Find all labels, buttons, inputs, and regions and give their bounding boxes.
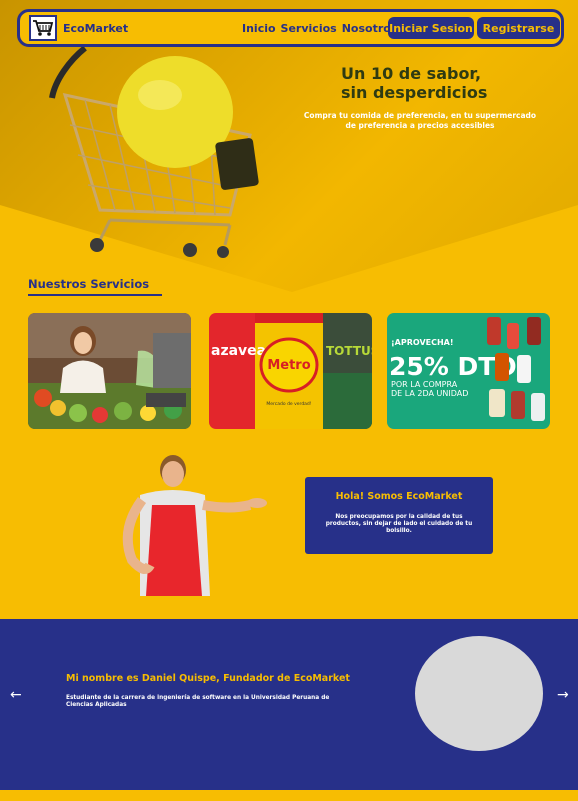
hero-subtitle-line1: Compra tu comida de preferencia, en tu s… bbox=[303, 111, 537, 120]
arrow-left-icon[interactable]: ← bbox=[10, 687, 22, 703]
nav-links: Inicio Servicios Nosotros bbox=[242, 12, 402, 44]
service-card-market[interactable] bbox=[28, 313, 191, 429]
service-card-promo[interactable]: ¡APROVECHA! 25% DTO POR LA COMPRA DE LA … bbox=[387, 313, 550, 429]
brand-name[interactable]: EcoMarket bbox=[63, 22, 128, 35]
nav-link-servicios[interactable]: Servicios bbox=[281, 22, 337, 35]
arrow-right-icon[interactable]: → bbox=[557, 687, 569, 703]
metro-subtitle: Mercado de verdad! bbox=[266, 401, 311, 407]
brand-metro: Metro bbox=[267, 358, 310, 373]
hero-section: Un 10 de sabor, sin desperdicios Compra … bbox=[0, 0, 578, 300]
hero-title-line1: Un 10 de sabor, bbox=[341, 64, 482, 83]
about-card: Hola! Somos EcoMarket Nos preocupamos po… bbox=[305, 477, 493, 554]
navbar: EcoMarket Inicio Servicios Nosotros Inic… bbox=[17, 9, 564, 47]
founder-section: ← Mi nombre es Daniel Quispe, Fundador d… bbox=[0, 619, 578, 790]
shopping-cart-icon bbox=[33, 20, 54, 36]
market-vendor-image bbox=[28, 313, 191, 429]
hero-title: Un 10 de sabor, sin desperdicios bbox=[290, 64, 540, 102]
register-button[interactable]: Registrarse bbox=[477, 17, 560, 39]
vendor-man-image bbox=[122, 455, 267, 596]
founder-description: Estudiante de la carrera de ingeniería d… bbox=[66, 695, 330, 708]
promo-top: ¡APROVECHA! bbox=[391, 338, 454, 347]
service-card-supermarkets[interactable]: azavea Metro Mercado de verdad! TOTTUS bbox=[209, 313, 372, 429]
logo[interactable] bbox=[29, 15, 57, 41]
nav-link-inicio[interactable]: Inicio bbox=[242, 22, 276, 35]
promo-line1: POR LA COMPRA bbox=[391, 380, 458, 389]
login-button[interactable]: Iniciar Sesion bbox=[388, 17, 474, 39]
hero-title-line2: sin desperdicios bbox=[341, 83, 488, 102]
brand-plazavea: azavea bbox=[211, 343, 266, 359]
hero-subtitle-line2: de preferencia a precios accesibles bbox=[345, 121, 495, 130]
about-title: Hola! Somos EcoMarket bbox=[335, 491, 463, 502]
brand-tottus: TOTTUS bbox=[326, 344, 372, 358]
hero-subtitle: Compra tu comida de preferencia, en tu s… bbox=[296, 111, 544, 131]
founder-name: Mi nombre es Daniel Quispe, Fundador de … bbox=[66, 673, 350, 684]
about-text: Nos preocupamos por la calidad de tus pr… bbox=[325, 514, 473, 534]
cart-lemon-image bbox=[49, 45, 259, 258]
founder-photo bbox=[415, 636, 543, 751]
promo-line2: DE LA 2DA UNIDAD bbox=[391, 389, 468, 398]
supermarkets-image: azavea Metro Mercado de verdad! TOTTUS bbox=[209, 313, 372, 429]
promo-image: ¡APROVECHA! 25% DTO POR LA COMPRA DE LA … bbox=[387, 313, 550, 429]
services-title: Nuestros Servicios bbox=[28, 277, 162, 296]
